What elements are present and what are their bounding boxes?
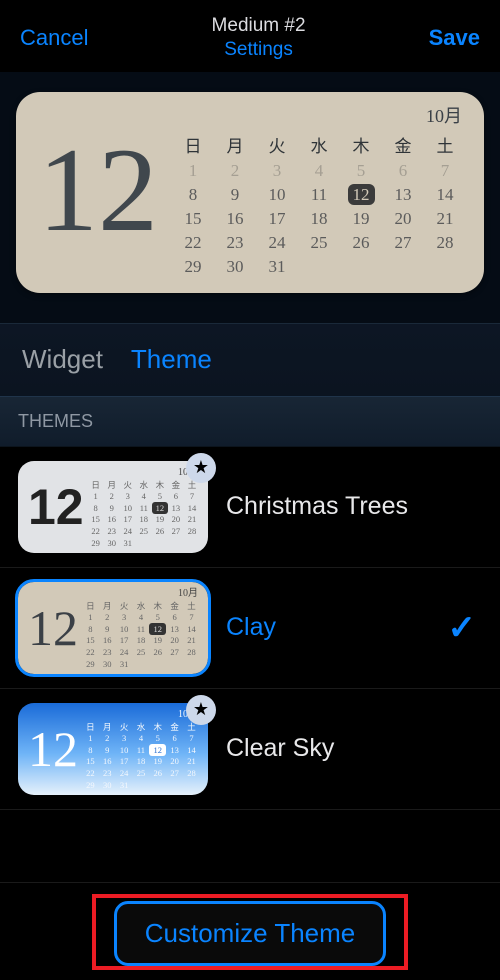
calendar-day: 18 (298, 207, 340, 231)
star-icon: ★ (186, 695, 216, 725)
tab-widget[interactable]: Widget (22, 344, 103, 375)
calendar-day: 11 (298, 183, 340, 207)
section-header-themes: THEMES (0, 396, 500, 447)
widget-preview: 12 10月 日月火水木金土 1234567891011121314151617… (0, 72, 500, 323)
calendar-day: 6 (382, 159, 424, 183)
calendar-day (340, 255, 382, 279)
theme-row-clay[interactable]: 1210月日月火水木金土1234567891011121314151617181… (0, 568, 500, 689)
calendar-dow: 月 (214, 130, 256, 159)
calendar-day: 14 (424, 183, 466, 207)
star-icon: ★ (186, 453, 216, 483)
theme-thumbnail: 1210月日月火水木金土1234567891011121314151617181… (18, 582, 208, 674)
theme-label: Christmas Trees (226, 492, 482, 521)
calendar-day: 26 (340, 231, 382, 255)
calendar-day: 10 (256, 183, 298, 207)
calendar-day: 29 (172, 255, 214, 279)
calendar-day: 8 (172, 183, 214, 207)
calendar-day: 27 (382, 231, 424, 255)
widget-calendar: 10月 日月火水木金土 1234567891011121314151617181… (172, 102, 466, 279)
calendar-day: 13 (382, 183, 424, 207)
calendar-day (382, 255, 424, 279)
calendar-grid: 日月火水木金土 12345678910111213141516171819202… (172, 130, 466, 279)
calendar-day: 5 (340, 159, 382, 183)
calendar-day: 24 (256, 231, 298, 255)
tabs: Widget Theme (0, 323, 500, 396)
calendar-day (424, 255, 466, 279)
theme-thumbnail: 1210月日月火水木金土1234567891011121314151617181… (18, 703, 208, 795)
calendar-dow: 木 (340, 130, 382, 159)
calendar-dow: 金 (382, 130, 424, 159)
calendar-day: 23 (214, 231, 256, 255)
calendar-day: 21 (424, 207, 466, 231)
calendar-day: 9 (214, 183, 256, 207)
footer: Customize Theme (0, 882, 500, 966)
header: Cancel Medium #2 Settings Save (0, 0, 500, 72)
calendar-day: 16 (214, 207, 256, 231)
calendar-day: 20 (382, 207, 424, 231)
calendar-day: 30 (214, 255, 256, 279)
theme-label: Clear Sky (226, 734, 482, 763)
header-title: Medium #2 (88, 14, 428, 38)
calendar-dow: 火 (256, 130, 298, 159)
widget-month-label: 10月 (172, 102, 466, 130)
calendar-day: 2 (214, 159, 256, 183)
theme-row-trees[interactable]: 1210月日月火水木金土1234567891011121314151617181… (0, 447, 500, 568)
checkmark-icon: ✓ (448, 608, 483, 648)
calendar-day: 19 (340, 207, 382, 231)
header-titles: Medium #2 Settings (88, 14, 428, 62)
header-subtitle: Settings (88, 38, 428, 62)
theme-thumbnail: 1210月日月火水木金土1234567891011121314151617181… (18, 461, 208, 553)
calendar-day: 15 (172, 207, 214, 231)
calendar-dow: 土 (424, 130, 466, 159)
calendar-day: 28 (424, 231, 466, 255)
theme-label: Clay (226, 613, 430, 642)
calendar-day: 31 (256, 255, 298, 279)
calendar-day: 12 (340, 183, 382, 207)
calendar-day: 25 (298, 231, 340, 255)
calendar-widget-card: 12 10月 日月火水木金土 1234567891011121314151617… (16, 92, 484, 293)
calendar-dow: 水 (298, 130, 340, 159)
calendar-day: 22 (172, 231, 214, 255)
theme-list: 1210月日月火水木金土1234567891011121314151617181… (0, 447, 500, 810)
widget-big-day: 12 (34, 130, 162, 250)
cancel-button[interactable]: Cancel (20, 25, 88, 51)
save-button[interactable]: Save (429, 25, 480, 51)
calendar-day: 4 (298, 159, 340, 183)
calendar-day (298, 255, 340, 279)
tab-theme[interactable]: Theme (131, 344, 212, 375)
calendar-day: 1 (172, 159, 214, 183)
calendar-day: 3 (256, 159, 298, 183)
calendar-day: 17 (256, 207, 298, 231)
calendar-dow: 日 (172, 130, 214, 159)
customize-theme-button[interactable]: Customize Theme (114, 901, 387, 966)
calendar-day: 7 (424, 159, 466, 183)
theme-row-sky[interactable]: 1210月日月火水木金土1234567891011121314151617181… (0, 689, 500, 810)
